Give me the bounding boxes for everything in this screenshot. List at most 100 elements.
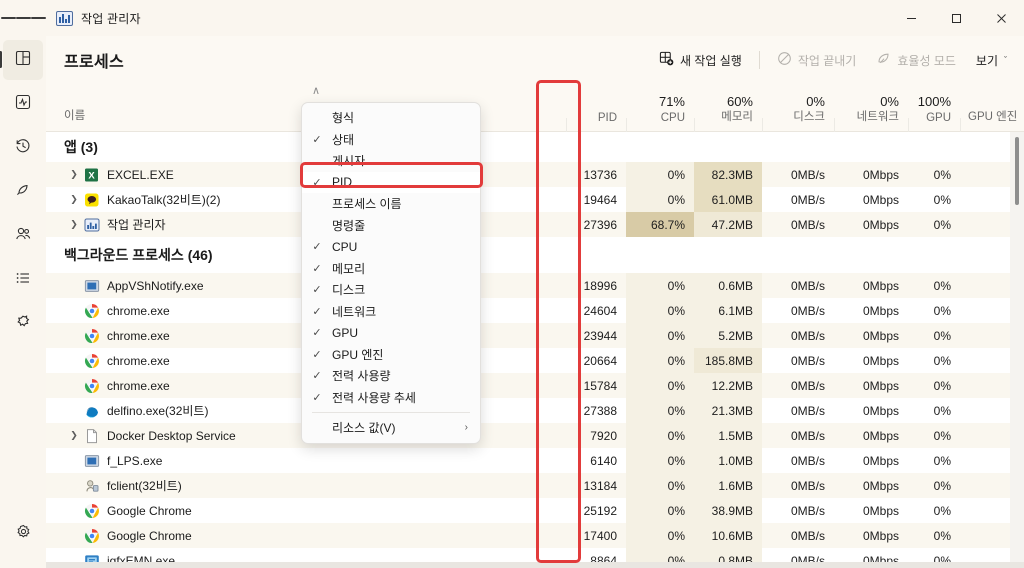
process-name-cell: ❯ Google Chrome [64, 523, 192, 548]
column-context-menu[interactable]: 형식 ✓ 상태 게시자 ✓ PID 프로세스 이름 명령줄 ✓ CPU ✓ 메모리 ✓ 디스크 ✓ 네트워크 ✓… [301, 102, 481, 444]
maximize-button[interactable] [934, 0, 979, 36]
table-row[interactable]: ❯Google Chrome251920%38.9MB0MB/s0Mbps0% [46, 498, 1024, 523]
sidebar-item-app-history[interactable] [3, 128, 43, 168]
expand-chevron-icon[interactable]: ❯ [64, 430, 84, 441]
column-header-gpu-engine[interactable]: GPU 엔진 [968, 108, 1017, 124]
process-name-label: delfino.exe(32비트) [107, 404, 209, 418]
chevron-placeholder: ❯ [64, 355, 84, 366]
chevron-down-icon: ˇ [1004, 55, 1007, 65]
column-header-gpu-engine-label: GPU 엔진 [968, 111, 1018, 123]
process-name-label: chrome.exe [107, 328, 170, 343]
sidebar-item-processes[interactable] [0, 40, 43, 80]
gpu-cell: 0% [933, 353, 951, 368]
disk-cell: 0MB/s [790, 192, 825, 207]
cpu-cell: 0% [626, 473, 694, 498]
table-row[interactable]: ❯ 작업 관리자 27396 68.7% 47.2MB 0MB/s 0Mbps 0% [46, 212, 1024, 237]
network-cell: 0Mbps [862, 217, 899, 232]
view-button[interactable]: 보기 ˇ [967, 45, 1016, 75]
process-name-cell: ❯ chrome.exe [64, 348, 170, 373]
sidebar-item-performance[interactable] [3, 84, 43, 124]
context-menu-item[interactable]: ✓ 디스크 [302, 279, 480, 301]
context-menu-item[interactable]: ✓ 메모리 [302, 258, 480, 280]
column-header-cpu-label: CPU [660, 112, 685, 124]
disk-cell: 0MB/s [790, 428, 825, 443]
checkmark-icon: ✓ [312, 176, 322, 189]
pid-cell: 20664 [583, 353, 617, 368]
memory-cell: 38.9MB [694, 498, 762, 523]
table-row[interactable]: ❯chrome.exe157840%12.2MB0MB/s0Mbps0% [46, 373, 1024, 398]
minimize-button[interactable] [889, 0, 934, 36]
scrollbar-thumb[interactable] [1015, 137, 1019, 205]
process-group-label: 백그라운드 프로세스 (46) [64, 247, 213, 263]
gpu-cell: 0% [933, 428, 951, 443]
efficiency-mode-button[interactable]: 효율성 모드 [867, 45, 965, 75]
pid-cell: 13736 [583, 167, 617, 182]
column-header-cpu[interactable]: 71% CPU [626, 94, 694, 124]
hamburger-menu-icon[interactable] [0, 0, 46, 36]
context-menu-item-label: 게시자 [332, 154, 366, 169]
expand-chevron-icon[interactable]: ❯ [64, 219, 84, 230]
sidebar-item-settings[interactable] [3, 514, 43, 554]
table-row[interactable]: ❯Google Chrome174000%10.6MB0MB/s0Mbps0% [46, 523, 1024, 548]
context-menu-item[interactable]: ✓ 전력 사용량 [302, 365, 480, 387]
column-header-name[interactable]: 이름 [64, 107, 85, 123]
pid-cell: 23944 [583, 328, 617, 343]
column-header-memory[interactable]: 60% 메모리 [694, 94, 762, 124]
context-menu-item[interactable]: ✓ GPU 엔진 [302, 344, 480, 366]
context-menu-item[interactable]: ✓ CPU [302, 236, 480, 258]
checkmark-icon: ✓ [312, 370, 322, 383]
context-menu-item[interactable]: 게시자 [302, 150, 480, 172]
context-menu-item[interactable]: ✓ 네트워크 [302, 301, 480, 323]
table-row[interactable]: ❯delfino.exe(32비트)273880%21.3MB0MB/s0Mbp… [46, 398, 1024, 423]
sidebar-item-details[interactable] [3, 260, 43, 300]
table-row[interactable]: ❯f_LPS.exe61400%1.0MB0MB/s0Mbps0% [46, 448, 1024, 473]
process-name-label: 작업 관리자 [107, 218, 166, 232]
bottom-bar [46, 562, 1024, 568]
memory-total-percent: 60% [726, 94, 753, 109]
close-button[interactable] [979, 0, 1024, 36]
sidebar-item-users[interactable] [3, 216, 43, 256]
table-row[interactable]: ❯AppVShNotify.exe189960%0.6MB0MB/s0Mbps0… [46, 273, 1024, 298]
expand-chevron-icon[interactable]: ❯ [64, 169, 84, 180]
vertical-scrollbar[interactable] [1010, 132, 1024, 568]
context-menu-item[interactable]: ✓ 전력 사용량 추세 [302, 387, 480, 409]
table-row[interactable]: ❯ X EXCEL.EXE 13736 0% 82.3MB 0MB/s 0Mbps 0% [46, 162, 1024, 187]
table-row[interactable]: ❯chrome.exe246040%6.1MB0MB/s0Mbps0% [46, 298, 1024, 323]
sidebar-item-services[interactable] [3, 304, 43, 344]
context-menu-item[interactable]: 프로세스 이름 [302, 193, 480, 215]
efficiency-mode-label: 효율성 모드 [897, 53, 956, 68]
end-task-icon [777, 51, 792, 69]
services-icon [14, 313, 32, 336]
column-header-gpu[interactable]: 100% GPU [908, 94, 960, 124]
disk-cell: 0MB/s [790, 353, 825, 368]
context-menu-item[interactable]: ✓ 상태 [302, 129, 480, 151]
context-menu-item[interactable]: ✓ GPU [302, 322, 480, 344]
process-group-label: 앱 (3) [64, 139, 98, 155]
gpu-cell: 0% [933, 167, 951, 182]
column-header-pid-label: PID [597, 112, 617, 124]
memory-cell: 61.0MB [694, 187, 762, 212]
context-menu-item[interactable]: 형식 [302, 107, 480, 129]
table-row[interactable]: ❯fclient(32비트)131840%1.6MB0MB/s0Mbps0% [46, 473, 1024, 498]
table-row[interactable]: ❯ KakaoTalk(32비트)(2) 19464 0% 61.0MB 0MB/s 0Mb… [46, 187, 1024, 212]
table-row[interactable]: ❯chrome.exe206640%185.8MB0MB/s0Mbps0% [46, 348, 1024, 373]
column-header-disk[interactable]: 0% 디스크 [762, 94, 834, 124]
cpu-cell: 68.7% [626, 212, 694, 237]
table-row[interactable]: ❯chrome.exe239440%5.2MB0MB/s0Mbps0% [46, 323, 1024, 348]
column-header-pid[interactable]: PID [566, 112, 626, 124]
table-row[interactable]: ❯ Docker Desktop Service 7920 0% 1.5MB 0MB/s 0… [46, 423, 1024, 448]
cpu-cell: 0% [626, 298, 694, 323]
process-rows[interactable]: 앱 (3) ❯ X EXCEL.EXE 13736 0% 82.3MB 0MB/s 0Mbps 0… [46, 132, 1024, 568]
context-menu-item[interactable]: 명령줄 [302, 215, 480, 237]
sidebar-item-startup-apps[interactable] [3, 172, 43, 212]
memory-cell: 185.8MB [694, 348, 762, 373]
column-header-network[interactable]: 0% 네트워크 [834, 94, 908, 124]
context-menu-item-label: PID [332, 175, 353, 190]
context-menu-item[interactable]: ✓ PID [302, 171, 480, 193]
context-menu-submenu-resource-values[interactable]: 리소스 값(V) › [302, 417, 480, 439]
run-new-task-button[interactable]: 새 작업 실행 [650, 45, 751, 75]
network-cell: 0Mbps [862, 192, 899, 207]
disk-total-percent: 0% [806, 94, 825, 109]
end-task-button[interactable]: 작업 끝내기 [768, 45, 866, 75]
expand-chevron-icon[interactable]: ❯ [64, 194, 84, 205]
